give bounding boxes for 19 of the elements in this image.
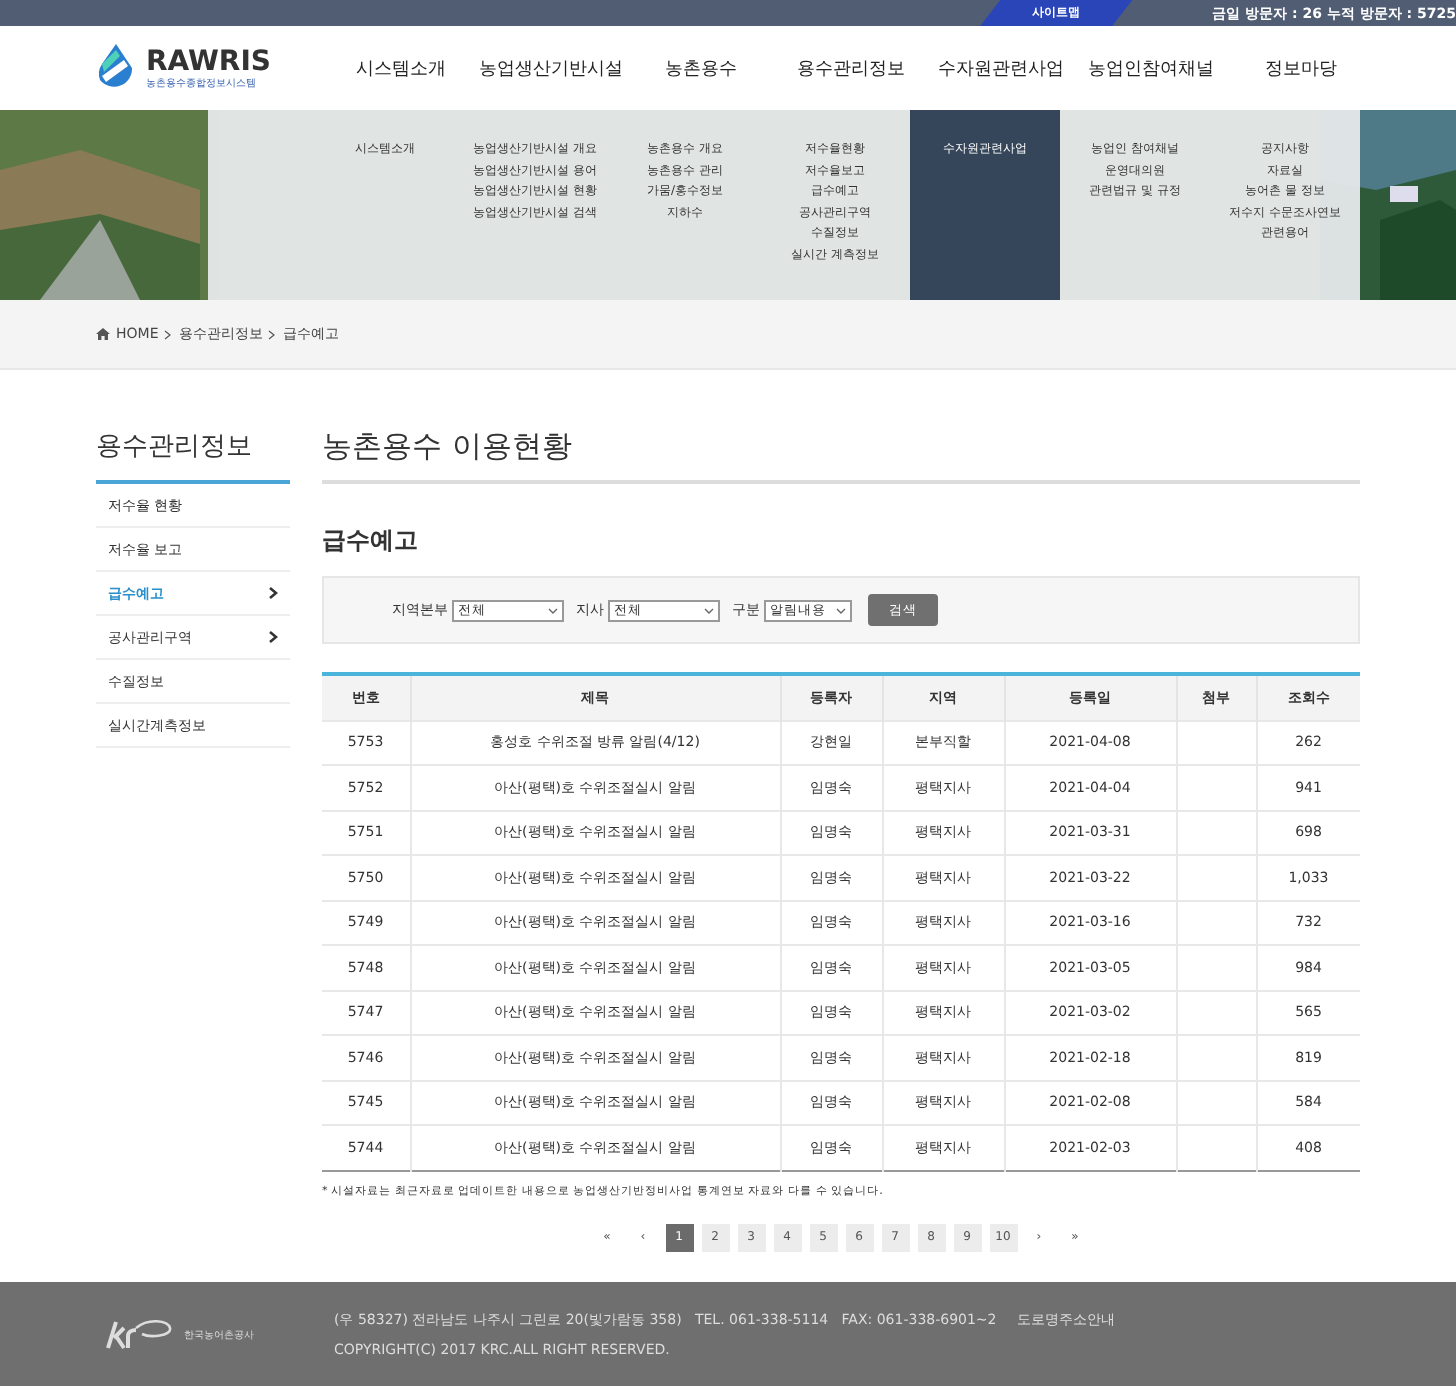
nav-tab[interactable]: 정보마당 [1226,55,1376,81]
separator-icon [164,329,173,339]
swoosh-logo-icon [104,1318,172,1350]
caret-icon [704,607,714,613]
nav-tab[interactable]: 용수관리정보 [776,55,926,81]
nav-tab[interactable]: 농업인참여채널 [1076,55,1226,81]
section-title: 급수예고 [322,524,420,558]
nav-tab[interactable]: 농업생산기반시설 [476,55,626,81]
nav-tab[interactable]: 시스템소개 [326,55,476,81]
sidebar-title: 용수관리정보 [96,428,290,484]
caret-icon [548,607,558,613]
home-icon [96,328,110,340]
caret-icon [836,607,846,613]
separator-icon [268,329,277,339]
page-title: 농촌용수 이용현황 [322,428,1360,484]
nav-tab[interactable]: 농촌용수 [626,55,776,81]
logo-name: RAWRIS [146,47,272,75]
nav-tab[interactable]: 수자원관련사업 [926,55,1076,81]
water-drop-logo-icon [96,44,136,92]
